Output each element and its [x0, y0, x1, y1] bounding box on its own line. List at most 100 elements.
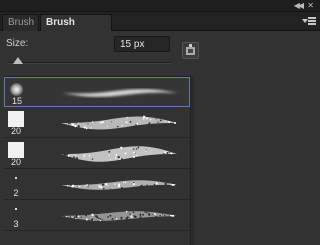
stroke-texture-dot [66, 184, 69, 187]
stroke-texture-dot [101, 183, 105, 186]
stroke-texture-dot [65, 216, 68, 218]
brush-presets-panel: Size: 15 20 20 2 3 [0, 31, 320, 245]
brush-size-label: 20 [10, 157, 21, 167]
stroke-texture-dot [148, 214, 151, 216]
stroke-texture-dot [87, 123, 89, 125]
stroke-shape [61, 146, 177, 162]
stroke-texture-dot [168, 215, 170, 217]
stroke-texture-dot [83, 155, 85, 158]
stroke-texture-dot [171, 183, 174, 186]
brush-size-label: 15 [11, 96, 22, 106]
stroke-texture-dot [106, 184, 108, 186]
close-icon[interactable]: ✕ [307, 0, 314, 12]
stroke-texture-dot [155, 215, 157, 217]
tab-brush[interactable]: Brush [2, 14, 39, 31]
size-slider[interactable] [8, 57, 171, 67]
stroke-texture-dot [145, 117, 148, 120]
stroke-texture-dot [124, 181, 127, 184]
stroke-texture-dot [153, 183, 156, 186]
stroke-texture-dot [70, 123, 72, 125]
stroke-texture-dot [154, 213, 156, 216]
stroke-texture-dot [117, 155, 120, 159]
stroke-texture-dot [111, 218, 114, 220]
stroke-texture-dot [129, 148, 131, 150]
stroke-texture-dot [132, 155, 136, 159]
stroke-texture-dot [67, 154, 70, 157]
stroke-texture-dot [142, 117, 145, 120]
slider-track[interactable] [8, 62, 171, 64]
stroke-texture-dot [91, 217, 93, 219]
stroke-texture-dot [166, 151, 169, 155]
stroke-texture-dot [99, 121, 102, 124]
preset-row[interactable]: 20 [4, 139, 190, 169]
stroke-texture-dot [101, 120, 104, 124]
stroke-preview [61, 146, 177, 162]
stroke-texture-dot [87, 184, 89, 187]
stroke-texture-dot [83, 126, 86, 129]
stroke-texture-dot [114, 216, 116, 218]
stroke-texture-dot [100, 186, 103, 189]
stroke-texture-dot [130, 216, 131, 218]
stroke-texture-dot [129, 213, 131, 215]
stroke-texture-dot [90, 127, 92, 129]
brush-tip-icon [15, 208, 17, 210]
preset-row[interactable]: 3 [4, 201, 190, 231]
stroke-texture-dot [139, 216, 142, 219]
stroke-texture-dot [126, 116, 129, 118]
stroke-texture-dot [117, 184, 121, 188]
stroke-texture-dot [161, 214, 163, 216]
stroke-texture-dot [146, 211, 148, 214]
stroke-texture-dot [115, 218, 118, 220]
stroke-texture-dot [102, 219, 104, 221]
preset-row[interactable]: 20 [4, 108, 190, 138]
stroke-texture-dot [68, 122, 70, 125]
stroke-texture-dot [164, 215, 166, 217]
stroke-texture-dot [69, 123, 71, 125]
stroke-texture-dot [117, 125, 119, 128]
stroke-texture-dot [85, 127, 88, 130]
stroke-texture-dot [91, 121, 94, 123]
stroke-preview [62, 89, 178, 97]
stroke-texture-dot [71, 123, 74, 126]
panel-menu-icon[interactable] [302, 16, 316, 26]
stroke-texture-dot [155, 118, 157, 120]
stroke-texture-dot [132, 183, 136, 186]
stroke-texture-dot [78, 186, 80, 188]
stroke-texture-dot [91, 213, 94, 216]
stroke-texture-dot [125, 118, 127, 120]
brush-size-label: 3 [13, 219, 19, 229]
tab-brush-presets[interactable]: Brush Presets [40, 14, 112, 44]
stroke-texture-dot [145, 149, 147, 151]
preset-row[interactable]: 2 [4, 170, 190, 200]
brush-tip-icon [8, 142, 24, 158]
stroke-texture-dot [107, 216, 109, 218]
double-chevron-left-icon[interactable]: ◀◀ [294, 0, 304, 12]
stroke-texture-dot [62, 153, 64, 155]
stroke-texture-dot [75, 214, 78, 217]
stroke-texture-dot [70, 184, 72, 186]
stroke-texture-dot [120, 218, 122, 221]
stroke-texture-dot [71, 185, 74, 188]
brush-tip-thumbnail: 15 [7, 80, 27, 106]
slider-thumb[interactable] [12, 57, 23, 64]
create-new-preset-icon[interactable] [182, 42, 199, 59]
stroke-texture-dot [133, 215, 136, 217]
stroke-texture-dot [142, 115, 146, 118]
stroke-texture-dot [63, 215, 65, 217]
preset-row[interactable]: 15 [4, 77, 190, 107]
stroke-texture-dot [170, 214, 172, 217]
stroke-texture-dot [83, 154, 86, 156]
stroke-texture-dot [171, 215, 173, 217]
stroke-preview [61, 180, 177, 190]
stroke-texture-dot [132, 181, 135, 184]
stroke-texture-dot [80, 216, 83, 218]
size-input[interactable] [114, 36, 170, 52]
stroke-texture-dot [136, 122, 139, 125]
stroke-texture-dot [164, 182, 167, 186]
stroke-texture-dot [123, 182, 124, 184]
brush-tip-icon [10, 83, 23, 96]
scrollbar[interactable] [190, 76, 194, 245]
tab-bar: Brush Brush Presets [0, 12, 320, 44]
stroke-texture-dot [114, 183, 116, 185]
stroke-texture-dot [75, 157, 79, 160]
